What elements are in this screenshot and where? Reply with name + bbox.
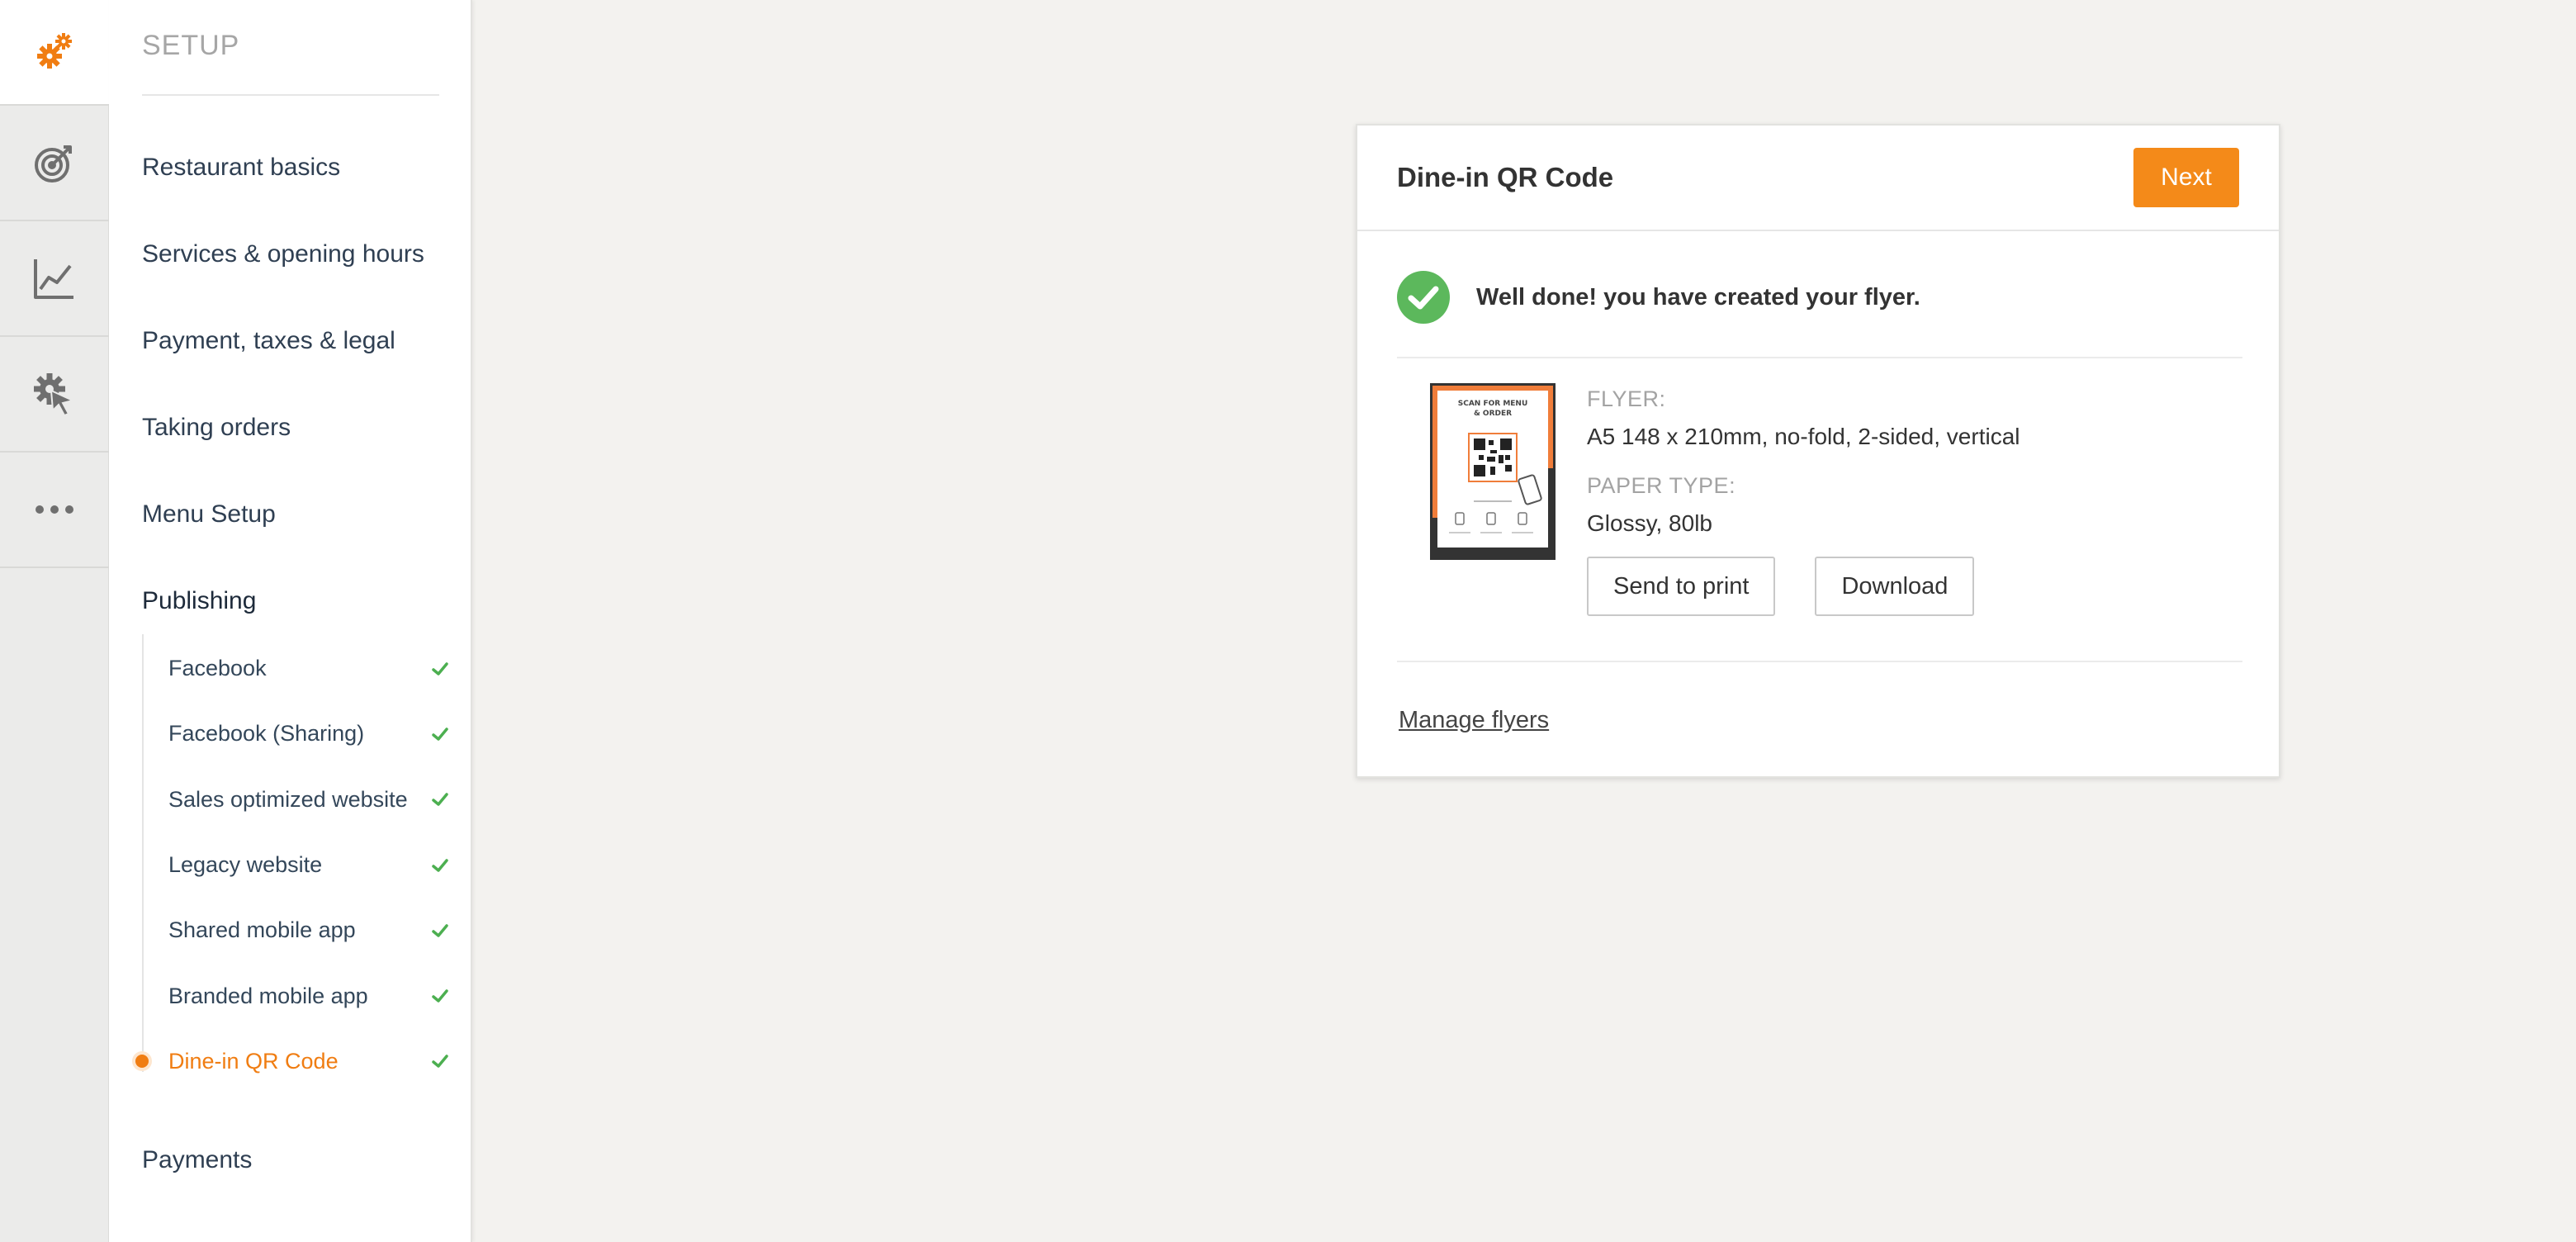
card-title: Dine-in QR Code <box>1397 162 1614 192</box>
check-icon <box>432 728 448 741</box>
download-button[interactable]: Download <box>1815 557 1975 616</box>
nav-item-restaurant-basics[interactable]: Restaurant basics <box>142 124 456 211</box>
subnav-item-label: Facebook (Sharing) <box>168 721 365 747</box>
setup-nav: Restaurant basics Services & opening hou… <box>142 124 456 644</box>
setup-sidebar: SETUP Restaurant basics Services & openi… <box>109 0 472 1242</box>
nav-item-payments[interactable]: Payments <box>142 1116 456 1203</box>
check-icon <box>432 924 448 937</box>
rail-item-tools[interactable] <box>0 337 109 453</box>
divider <box>1397 661 2242 662</box>
subnav-item-sales-website[interactable]: Sales optimized website <box>142 767 472 832</box>
send-to-print-button[interactable]: Send to print <box>1587 557 1776 616</box>
nav-item-payment-taxes[interactable]: Payment, taxes & legal <box>142 297 456 384</box>
svg-text:& ORDER: & ORDER <box>1474 410 1512 418</box>
sidebar-title: SETUP <box>142 30 240 61</box>
active-indicator-dot <box>135 1055 149 1069</box>
success-message: Well done! you have created your flyer. <box>1476 284 1920 310</box>
qr-code-card: Dine-in QR Code Next Well done! you have… <box>1356 124 2280 778</box>
nav-item-menu-setup[interactable]: Menu Setup <box>142 471 456 557</box>
subnav-item-facebook-sharing[interactable]: Facebook (Sharing) <box>142 701 472 766</box>
subnav-item-branded-mobile-app[interactable]: Branded mobile app <box>142 963 472 1028</box>
cursor-gear-icon <box>31 371 78 417</box>
check-icon <box>432 661 448 676</box>
subnav-item-label: Legacy website <box>168 852 323 878</box>
paper-type-value: Glossy, 80lb <box>1587 510 1712 536</box>
subnav-item-facebook[interactable]: Facebook <box>142 636 472 701</box>
flyer-value: A5 148 x 210mm, no-fold, 2-sided, vertic… <box>1587 424 2020 449</box>
card-header: Dine-in QR Code Next <box>1357 126 2279 231</box>
paper-type-label: PAPER TYPE: <box>1587 473 1736 498</box>
next-button[interactable]: Next <box>2133 148 2239 207</box>
flyer-thumb-heading: SCAN FOR MENU <box>1458 400 1528 408</box>
flyer-preview-image: SCAN FOR MENU & ORDER <box>1430 383 1556 560</box>
rail-item-reports[interactable] <box>0 221 109 337</box>
subnav-item-legacy-website[interactable]: Legacy website <box>142 832 472 898</box>
rail-item-more[interactable] <box>0 453 109 568</box>
rail-item-marketing[interactable] <box>0 106 109 221</box>
check-icon <box>432 858 448 872</box>
subnav-item-label: Facebook <box>168 656 267 681</box>
nav-item-publishing[interactable]: Publishing <box>142 557 456 644</box>
check-icon <box>432 989 448 1003</box>
check-icon <box>432 1055 448 1069</box>
setup-nav-bottom: Payments <box>142 1116 456 1203</box>
subnav-item-dine-in-qr[interactable]: Dine-in QR Code <box>135 1029 472 1094</box>
rail-item-setup[interactable] <box>0 0 109 106</box>
sidebar-divider <box>142 94 439 96</box>
subnav-item-label: Branded mobile app <box>168 983 368 1008</box>
subnav-item-label: Dine-in QR Code <box>168 1048 339 1074</box>
subnav-item-label: Shared mobile app <box>168 917 356 943</box>
flyer-label: FLYER: <box>1587 386 1666 411</box>
nav-item-services-hours[interactable]: Services & opening hours <box>142 211 456 297</box>
flyer-actions: Send to print Download <box>1587 557 2231 616</box>
publishing-subnav: Facebook Facebook (Sharing) Sales optimi… <box>135 636 472 1094</box>
success-message-row: Well done! you have created your flyer. <box>1397 271 2242 353</box>
success-check-icon <box>1397 271 1450 324</box>
icon-rail <box>0 0 109 1242</box>
subnav-item-label: Sales optimized website <box>168 786 408 812</box>
subnav-item-shared-mobile-app[interactable]: Shared mobile app <box>142 898 472 963</box>
flyer-details: FLYER: A5 148 x 210mm, no-fold, 2-sided,… <box>1587 383 2231 616</box>
gears-icon <box>33 31 76 73</box>
chart-icon <box>32 256 77 301</box>
check-icon <box>432 793 448 806</box>
divider <box>1397 357 2242 358</box>
target-icon <box>32 140 77 185</box>
manage-flyers-link[interactable]: Manage flyers <box>1399 707 1549 734</box>
more-icon <box>35 505 74 514</box>
nav-item-taking-orders[interactable]: Taking orders <box>142 384 456 471</box>
